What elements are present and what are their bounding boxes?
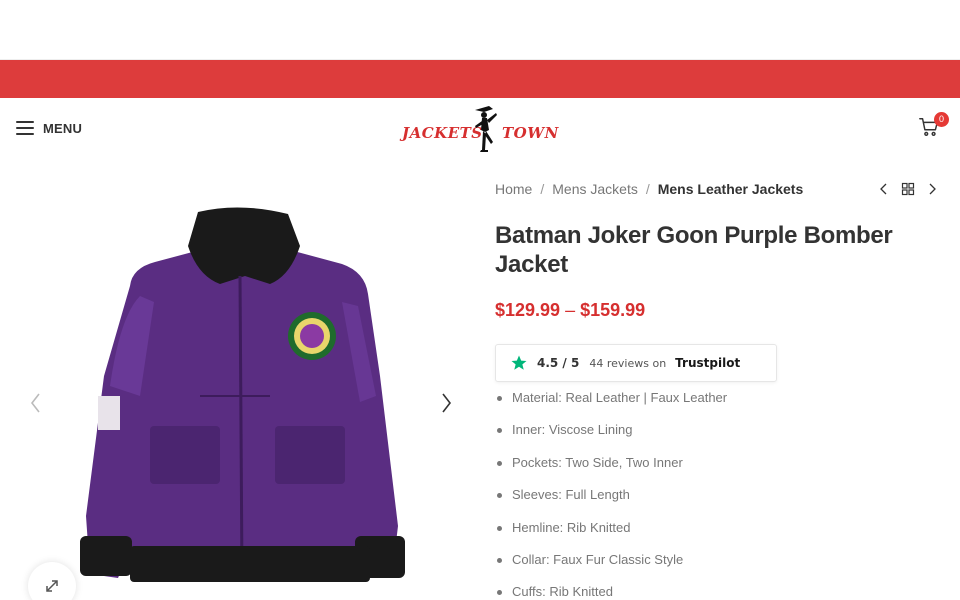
feature-item: Pockets: Two Side, Two Inner xyxy=(495,453,727,485)
trustpilot-widget[interactable]: 4.5 / 5 44 reviews on Trustpilot xyxy=(495,344,777,382)
site-header: MENU JACKETS TOWN 0 xyxy=(0,98,960,158)
prev-product-icon[interactable] xyxy=(877,181,891,197)
star-icon xyxy=(511,355,527,370)
trustpilot-brand: Trustpilot xyxy=(675,356,741,370)
feature-item: Inner: Viscose Lining xyxy=(495,420,727,452)
price-separator: – xyxy=(565,300,576,320)
trustpilot-rating: 4.5 / 5 xyxy=(537,356,580,370)
product-navigation xyxy=(877,181,939,197)
promo-bar xyxy=(0,60,960,98)
product-image[interactable] xyxy=(80,206,410,586)
feature-item: Hemline: Rib Knitted xyxy=(495,518,727,550)
feature-item: Collar: Faux Fur Classic Style xyxy=(495,550,727,582)
breadcrumb-separator: / xyxy=(540,181,545,197)
gallery-prev-icon[interactable] xyxy=(26,390,46,416)
cart-count-badge: 0 xyxy=(934,112,949,127)
product-price: $129.99– $159.99 xyxy=(495,300,645,321)
product-gallery xyxy=(0,160,475,600)
logo-text-right: TOWN xyxy=(502,124,559,142)
zoom-button[interactable] xyxy=(28,562,76,600)
expand-icon xyxy=(46,580,58,592)
breadcrumb-current: Mens Leather Jackets xyxy=(657,181,804,197)
trustpilot-reviews: 44 reviews on xyxy=(589,356,667,370)
next-product-icon[interactable] xyxy=(925,181,939,197)
breadcrumb-separator: / xyxy=(645,181,650,197)
site-logo[interactable]: JACKETS TOWN xyxy=(401,104,559,154)
breadcrumb: Home / Mens Jackets / Mens Leather Jacke… xyxy=(495,181,803,197)
hamburger-icon xyxy=(16,121,34,135)
cart-button[interactable]: 0 xyxy=(918,112,949,142)
menu-label: MENU xyxy=(43,120,83,136)
feature-item: Sleeves: Full Length xyxy=(495,485,727,517)
price-min: $129.99 xyxy=(495,300,561,320)
breadcrumb-mens-jackets[interactable]: Mens Jackets xyxy=(552,181,638,197)
gallery-next-icon[interactable] xyxy=(436,390,456,416)
product-title: Batman Joker Goon Purple Bomber Jacket xyxy=(495,222,893,278)
breadcrumb-home[interactable]: Home xyxy=(495,181,532,197)
menu-button[interactable]: MENU xyxy=(16,118,82,138)
dancer-figure-icon xyxy=(475,106,497,152)
feature-item: Cuffs: Rib Knitted xyxy=(495,582,727,600)
price-max: $159.99 xyxy=(580,300,646,320)
feature-item: Material: Real Leather | Faux Leather xyxy=(495,388,727,420)
top-bar xyxy=(0,0,960,60)
feature-list: Material: Real Leather | Faux Leather In… xyxy=(495,388,727,600)
grid-icon[interactable] xyxy=(901,181,915,197)
